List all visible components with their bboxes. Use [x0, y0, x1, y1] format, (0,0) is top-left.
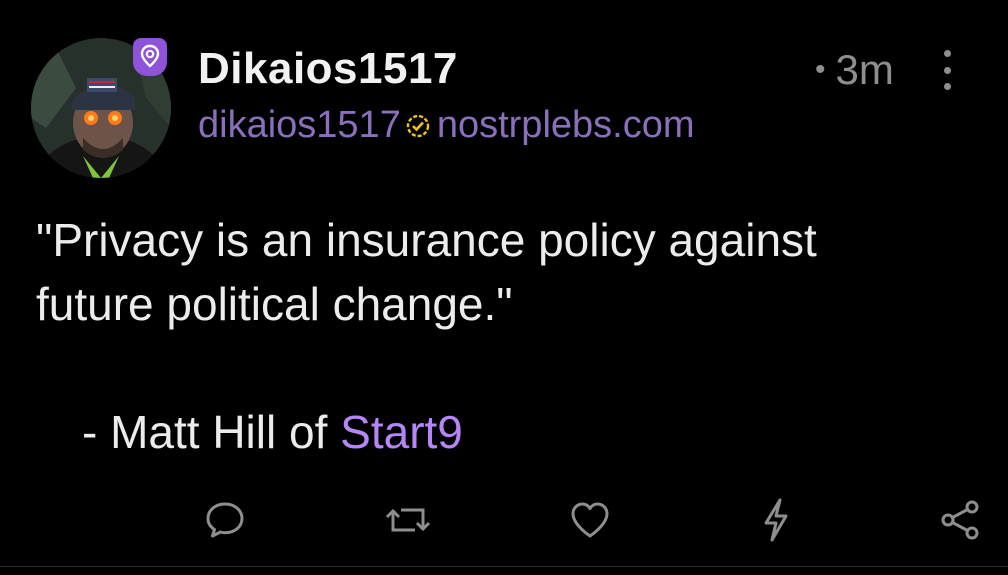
handle-domain: nostrplebs.com [436, 104, 695, 146]
content-line-1: "Privacy is an insurance policy against [36, 214, 817, 266]
like-button[interactable] [566, 496, 614, 544]
zap-icon [764, 498, 788, 542]
verified-badge-icon [133, 38, 167, 76]
action-bar [0, 488, 1008, 548]
reply-button[interactable] [201, 496, 249, 544]
share-icon [941, 500, 979, 540]
content-line-2: future political change." [36, 278, 513, 330]
author-handle[interactable]: dikaios1517 nostrplebs.com [198, 104, 695, 147]
bottom-divider [0, 566, 1008, 567]
note-card: Dikaios1517 dikaios1517 nostrplebs.com •… [0, 0, 1008, 575]
handle-user: dikaios1517 [198, 104, 401, 146]
note-content: "Privacy is an insurance policy against … [36, 208, 976, 464]
content-spacer [36, 336, 976, 400]
repost-icon [385, 508, 431, 532]
author-name[interactable]: Dikaios1517 [198, 44, 458, 94]
share-button[interactable] [936, 496, 984, 544]
zap-button[interactable] [752, 496, 800, 544]
attribution-text: - Matt Hill of [82, 406, 341, 458]
post-time: • 3m [815, 46, 894, 94]
start9-link[interactable]: Start9 [340, 406, 463, 458]
more-options-icon[interactable] [936, 50, 958, 90]
separator-dot: • [815, 53, 826, 86]
repost-button[interactable] [384, 496, 432, 544]
nip05-verified-icon [405, 113, 431, 139]
time-ago: 3m [835, 46, 894, 93]
content-attribution: - Matt Hill of Start9 [36, 400, 976, 464]
reply-icon [206, 502, 244, 538]
like-icon [571, 502, 609, 538]
